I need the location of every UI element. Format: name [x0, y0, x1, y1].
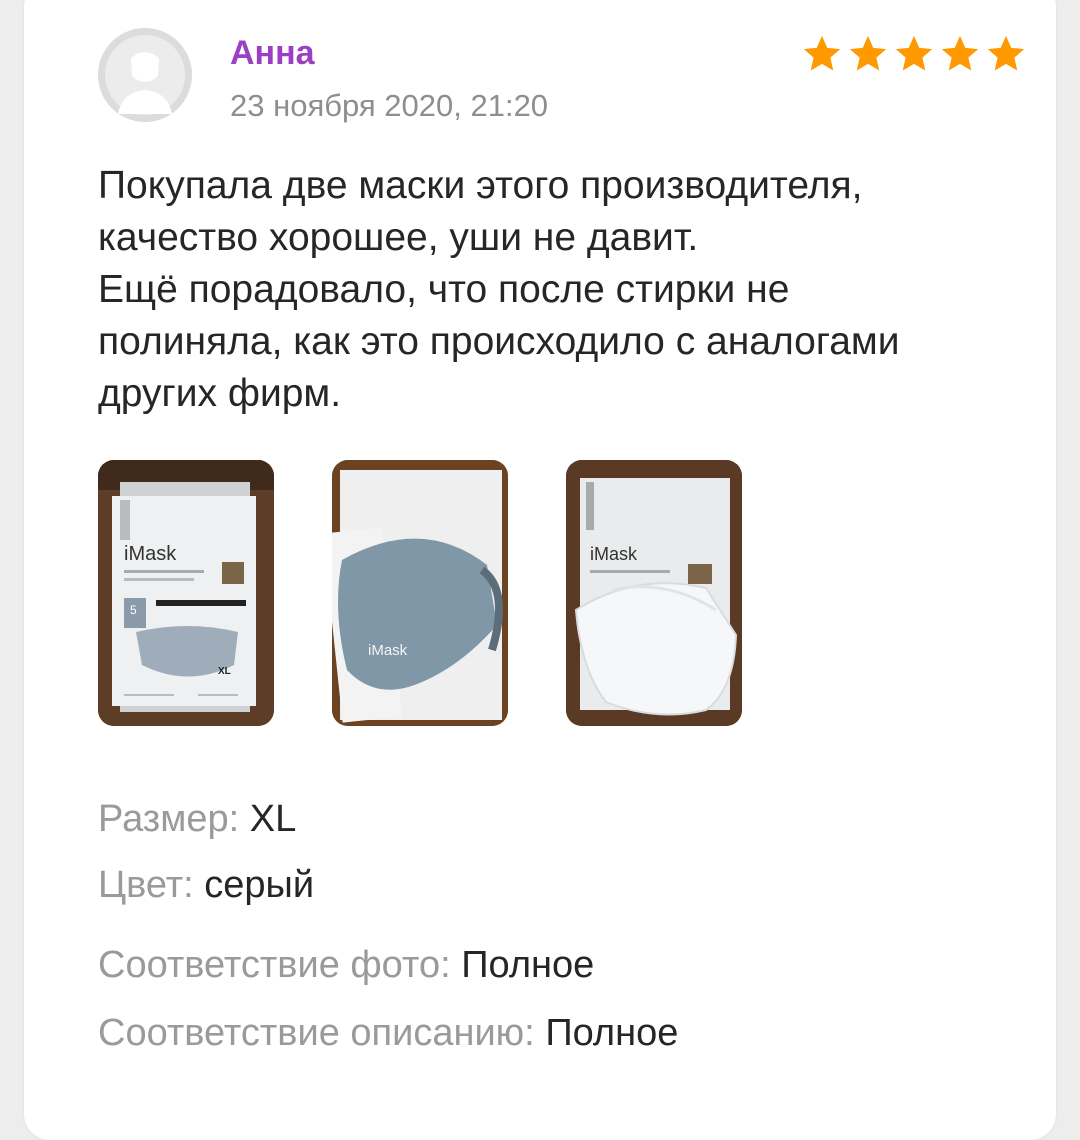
- description-match-attribute: Соответствие описанию: Полное: [98, 1012, 678, 1055]
- photo-gallery: iMask 5 XL iMask iMask: [98, 460, 742, 726]
- description-match-label: Соответствие описанию:: [98, 1012, 535, 1054]
- color-value: серый: [204, 864, 315, 906]
- size-attribute: Размер: XL: [98, 798, 296, 841]
- color-label: Цвет:: [98, 864, 194, 906]
- photo-match-label: Соответствие фото:: [98, 944, 451, 986]
- color-attribute: Цвет: серый: [98, 864, 314, 907]
- author-name: Анна: [230, 34, 315, 72]
- svg-text:iMask: iMask: [368, 642, 408, 659]
- user-placeholder-icon: [98, 28, 192, 122]
- svg-text:XL: XL: [218, 666, 231, 677]
- size-value: XL: [249, 798, 297, 840]
- review-photo[interactable]: iMask: [332, 460, 508, 726]
- description-match-value: Полное: [545, 1012, 679, 1054]
- photo-match-value: Полное: [461, 944, 595, 986]
- size-label: Размер:: [98, 798, 240, 840]
- review-text: Покупала две маски этого производителя, …: [98, 164, 900, 415]
- svg-text:iMask: iMask: [124, 543, 177, 565]
- svg-text:5: 5: [130, 603, 137, 617]
- photo-match-attribute: Соответствие фото: Полное: [98, 944, 594, 987]
- avatar: [98, 28, 192, 122]
- svg-text:iMask: iMask: [590, 544, 638, 564]
- star-icon: [941, 35, 979, 71]
- star-icon: [987, 35, 1025, 71]
- star-icon: [895, 35, 933, 71]
- review-card: Анна 23 ноября 2020, 21:20 Покупала две …: [24, 0, 1056, 1140]
- star-icon: [803, 35, 841, 71]
- review-photo[interactable]: iMask: [566, 460, 742, 726]
- rating-stars: [800, 34, 1028, 74]
- review-photo[interactable]: iMask 5 XL: [98, 460, 274, 726]
- review-date: 23 ноября 2020, 21:20: [230, 88, 549, 123]
- star-icon: [849, 35, 887, 71]
